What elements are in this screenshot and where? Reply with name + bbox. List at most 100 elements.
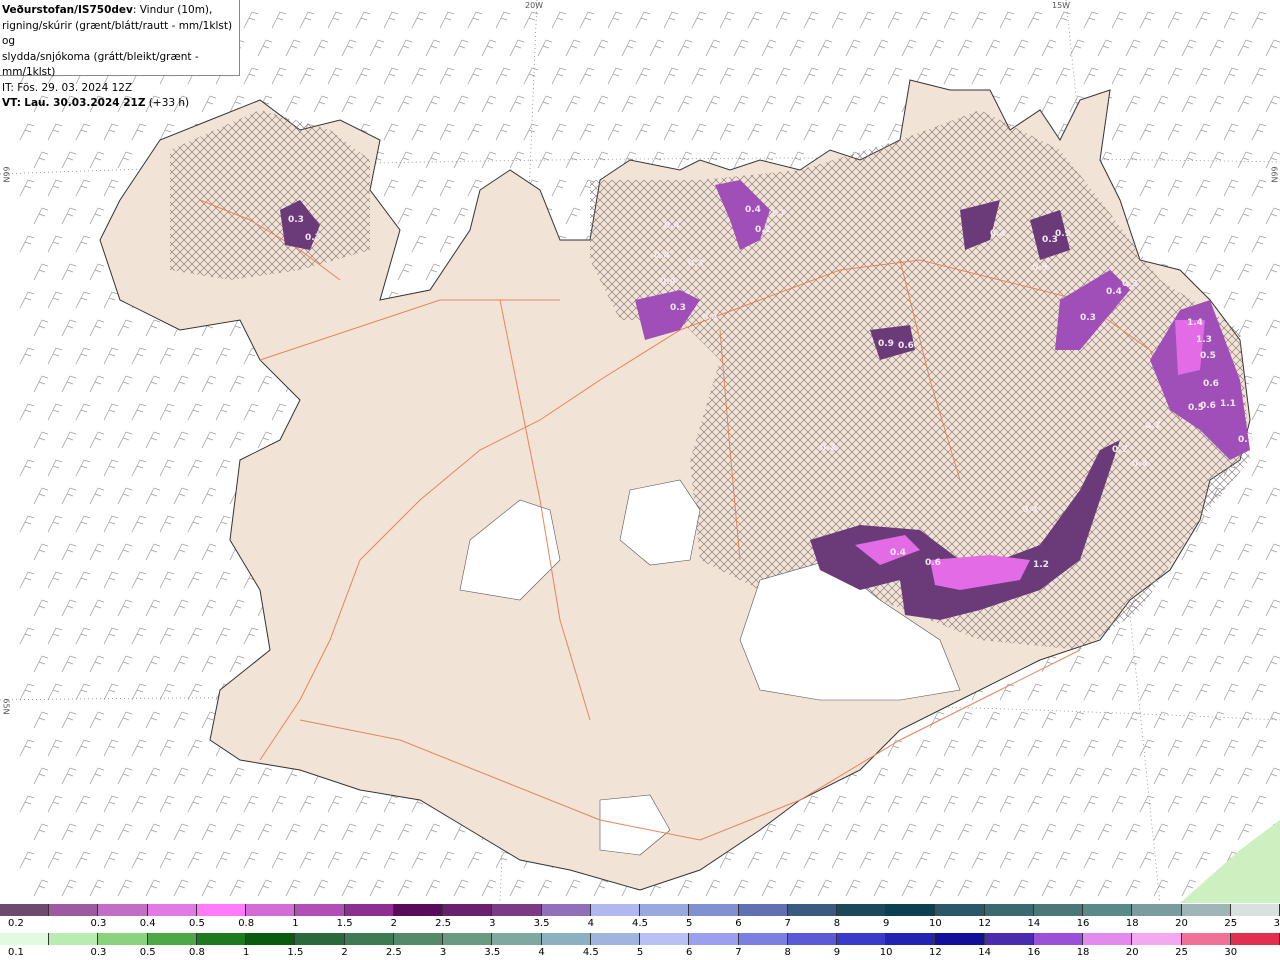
legend-label: 25	[1224, 918, 1238, 929]
legend-label: 4	[538, 947, 545, 958]
legend-swatch	[147, 933, 197, 945]
map-info-box: Veðurstofan/IS750dev: Vindur (10m), rign…	[0, 0, 240, 109]
legend-swatch	[443, 933, 493, 945]
legend-label: 2	[341, 947, 348, 958]
precip-value-label: 0.3	[1122, 279, 1138, 289]
legend-swatch	[984, 933, 1034, 945]
precip-value-label: 0.4	[654, 251, 670, 261]
precip-value-label: 0.4	[660, 277, 676, 287]
legend-swatch	[689, 904, 739, 916]
legend-label: 30	[1224, 947, 1238, 958]
precip-value-label: 0.9	[1032, 263, 1048, 273]
weather-map: 0.30.30.4 1.70.20.40.40.30.40.30.40.40.30…	[0, 0, 1280, 903]
valid-time-prefix: VT:	[2, 97, 21, 109]
legend-swatch	[787, 904, 837, 916]
legend-swatch	[541, 933, 591, 945]
legend-swatch	[935, 933, 985, 945]
legend-swatch	[689, 933, 739, 945]
legend-swatch	[344, 933, 394, 945]
precip-value-label: 0.3	[688, 259, 704, 269]
legend-label: 10	[879, 947, 893, 958]
legend-label: 8	[784, 947, 791, 958]
legend-swatch	[836, 933, 887, 945]
precip-value-label: 0.4	[1022, 505, 1038, 515]
desc-line-2: rigning/skúrir (grænt/blátt/rautt - mm/1…	[2, 19, 233, 48]
precip-value-label: 0.4	[1106, 287, 1122, 297]
legend-label: 16	[1076, 918, 1090, 929]
legend-swatch	[443, 904, 493, 916]
precip-value-label: 0.4	[1132, 459, 1148, 469]
legend-label: 16	[1027, 947, 1041, 958]
legend-swatch	[787, 933, 837, 945]
forecast-hour: (+33 h)	[145, 97, 190, 109]
legend-label: 2.5	[385, 947, 402, 958]
legend-label: 14	[1027, 918, 1041, 929]
legend-label: 6	[686, 947, 693, 958]
legend-label: 1.5	[336, 918, 353, 929]
legend-label: 3	[439, 947, 447, 958]
legend-swatch	[1083, 904, 1133, 916]
legend-snow-colorbar	[0, 904, 1280, 916]
precip-value-label: 0.6	[925, 558, 941, 568]
legend-rain-labels: 0.1 0.3 0.5 0.8 1 1.5 2 2.5 3 3.5 4 4.5 5 6 7 8 9 10 12 14 1…	[0, 947, 1280, 959]
legend: 0.2 0.3 0.4 0.5 0.8 1 1.5 2 2.5 3 3.5 4 4.5 5 6 7 8 9 10 12…	[0, 903, 1280, 960]
source-name: Veðurstofan/IS750dev	[2, 4, 133, 16]
legend-label: 0.3	[90, 918, 107, 929]
lat-label-65n-left: 65N	[1, 698, 11, 715]
precip-value-label: 0.4	[702, 313, 718, 323]
precip-value-label: 1.7	[770, 209, 786, 219]
precip-value-label: 0.4	[664, 221, 680, 231]
legend-swatch	[295, 904, 345, 916]
legend-swatch	[640, 933, 690, 945]
precip-value-label: 1.3	[1196, 335, 1212, 345]
legend-swatch	[590, 933, 641, 945]
legend-label: 18	[1125, 918, 1139, 929]
legend-label: 6	[735, 918, 742, 929]
precip-value-label: 0.3	[305, 233, 321, 243]
legend-label: 5	[636, 947, 644, 958]
precip-value-label: 0.9	[1238, 435, 1254, 445]
legend-label: 20	[1175, 918, 1188, 929]
legend-label: 14	[978, 947, 991, 958]
legend-swatch	[935, 904, 985, 916]
legend-swatch	[836, 904, 887, 916]
legend-label: 0.2	[8, 918, 24, 929]
legend-swatch	[886, 933, 936, 945]
legend-swatch	[640, 904, 690, 916]
legend-swatch	[196, 933, 247, 945]
legend-swatch	[492, 933, 542, 945]
legend-label: 12	[929, 947, 942, 958]
precip-value-label: 0.7	[1145, 421, 1161, 431]
precip-value-label: 0.4	[890, 548, 906, 558]
lon-label-20w: 20W	[525, 1, 544, 10]
legend-swatch	[984, 904, 1034, 916]
legend-swatch	[1230, 904, 1280, 916]
legend-swatch	[246, 904, 296, 916]
legend-label: 20	[1125, 947, 1139, 958]
legend-swatch	[393, 933, 444, 945]
desc-line-1: : Vindur (10m),	[132, 4, 213, 16]
legend-label: 3.5	[484, 947, 501, 958]
legend-swatch	[1083, 933, 1133, 945]
legend-label: 8	[833, 918, 841, 929]
precip-value-label: 0.3	[288, 215, 304, 225]
precip-value-label: 0.4	[745, 205, 761, 215]
lon-label-15w: 15W	[1052, 1, 1071, 10]
legend-label: 2.5	[435, 918, 452, 929]
legend-label: 7	[735, 947, 742, 958]
legend-swatch	[246, 933, 296, 945]
legend-label: 0.8	[188, 947, 205, 958]
legend-swatch	[1033, 933, 1084, 945]
legend-label: 0.3	[90, 947, 107, 958]
legend-swatch	[49, 933, 99, 945]
legend-label: 1	[292, 918, 299, 929]
valid-time: Lau. 30.03.2024 21Z	[24, 97, 146, 109]
legend-swatch	[147, 904, 197, 916]
precip-value-label: 0.3	[1080, 313, 1096, 323]
legend-swatch	[1181, 933, 1231, 945]
legend-label: 4	[587, 918, 594, 929]
precip-value-label: 0.3	[670, 303, 686, 313]
desc-line-3: slydda/snjókoma (grátt/bleikt/grænt - mm…	[2, 50, 199, 79]
lat-label-66n-left: 66N	[1, 166, 11, 183]
precip-value-label: 0.2	[755, 225, 771, 235]
